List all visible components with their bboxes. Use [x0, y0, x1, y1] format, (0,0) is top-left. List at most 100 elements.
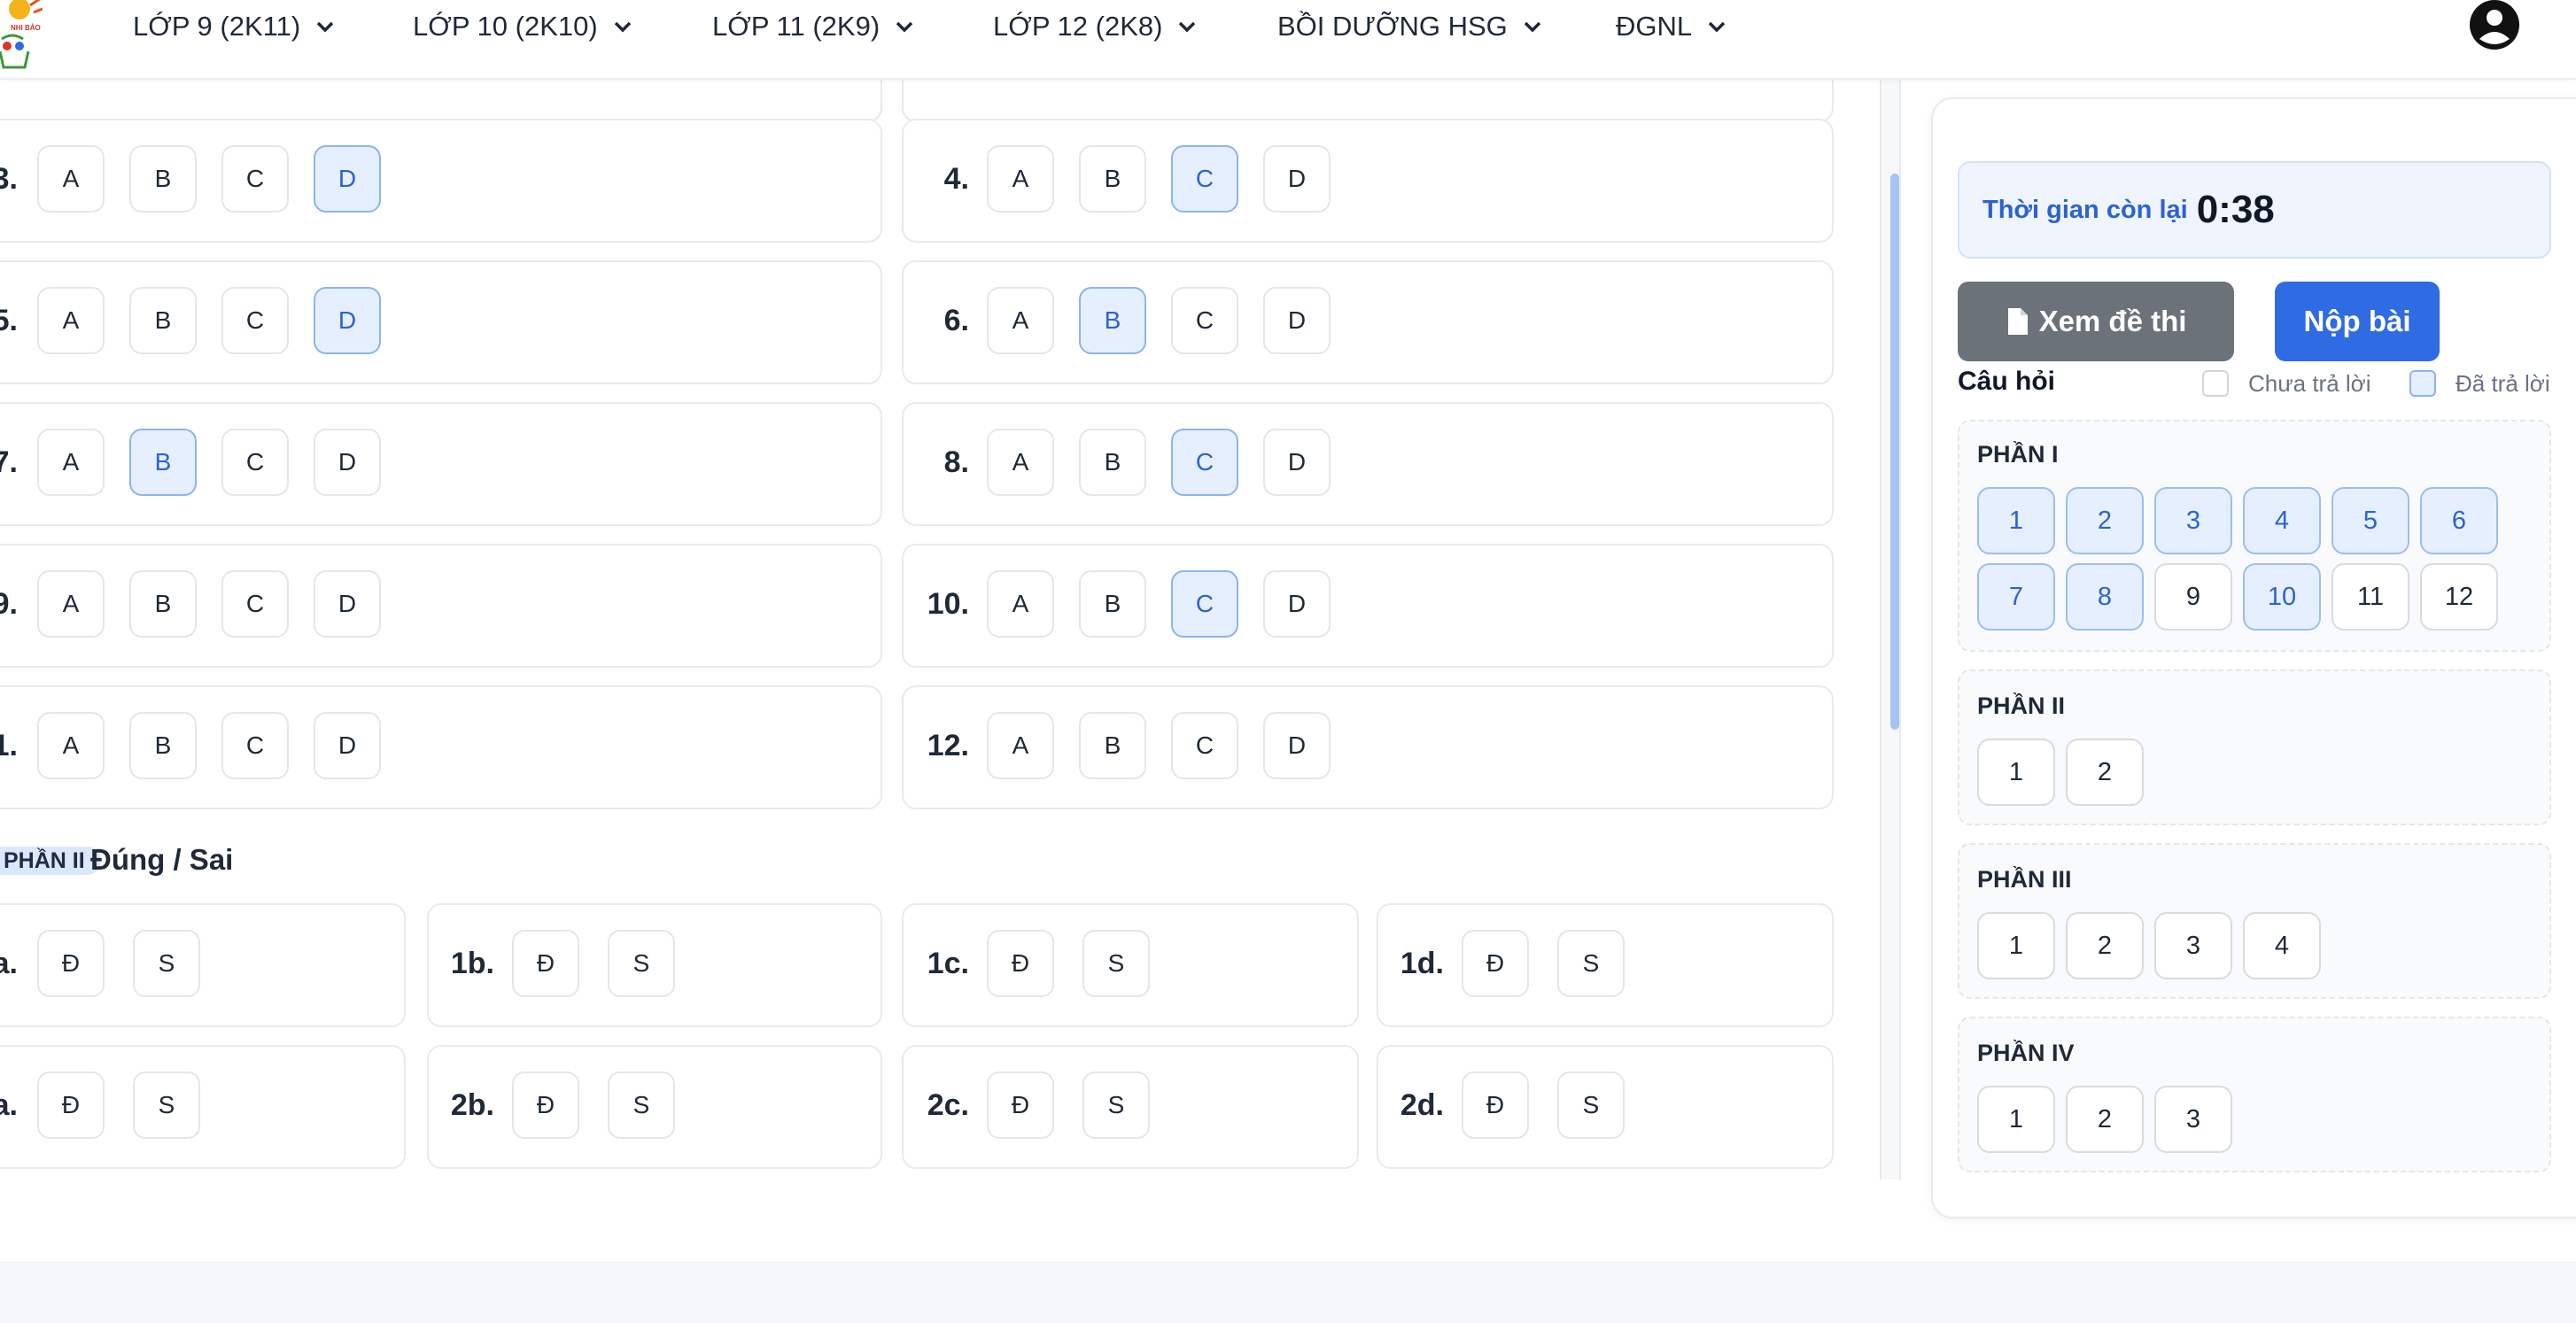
- nav-item-hsg[interactable]: BỒI DƯỠNG HSG: [1277, 9, 1545, 44]
- true-option[interactable]: Đ: [512, 930, 579, 997]
- answer-option-d[interactable]: D: [314, 429, 381, 496]
- chevron-down-icon: [1179, 21, 1196, 33]
- nav-item-grade-11[interactable]: LỚP 11 (2K9): [712, 9, 917, 44]
- answer-option-a[interactable]: A: [987, 287, 1054, 354]
- question-number: 4.: [943, 161, 969, 196]
- nav-item-dgnl[interactable]: ĐGNL: [1616, 9, 1729, 44]
- question-nav-button[interactable]: 3: [2154, 912, 2232, 979]
- question-nav-button[interactable]: 4: [2243, 487, 2321, 554]
- answer-option-b[interactable]: B: [1079, 712, 1146, 779]
- answer-option-d[interactable]: D: [314, 145, 381, 213]
- question-nav-button[interactable]: 8: [2066, 563, 2144, 631]
- answer-option-b[interactable]: B: [129, 712, 197, 779]
- answer-option-d[interactable]: D: [1263, 287, 1331, 354]
- statement-label: 1d.: [1400, 946, 1444, 980]
- answer-option-b[interactable]: B: [129, 145, 197, 213]
- answer-option-d[interactable]: D: [314, 712, 381, 779]
- answer-option-d[interactable]: D: [1263, 429, 1331, 496]
- answer-option-a[interactable]: A: [37, 145, 105, 213]
- question-nav-button[interactable]: 4: [2243, 912, 2321, 979]
- answer-option-a[interactable]: A: [37, 287, 105, 354]
- answer-option-c[interactable]: C: [1171, 429, 1238, 496]
- false-option[interactable]: S: [608, 930, 675, 997]
- question-nav-button[interactable]: 5: [2332, 487, 2409, 554]
- answer-option-b[interactable]: B: [1079, 429, 1146, 496]
- answer-option-a[interactable]: A: [987, 145, 1054, 213]
- question-card-partial: [902, 80, 1834, 122]
- true-option[interactable]: Đ: [512, 1072, 579, 1139]
- nav-item-grade-12[interactable]: LỚP 12 (2K8): [993, 9, 1199, 44]
- nav-item-grade-10[interactable]: LỚP 10 (2K10): [413, 9, 635, 44]
- false-option[interactable]: S: [133, 1072, 200, 1139]
- answer-option-d[interactable]: D: [1263, 570, 1331, 638]
- answer-option-c[interactable]: C: [221, 287, 289, 354]
- question-nav-button[interactable]: 1: [1977, 739, 2055, 806]
- answer-option-b[interactable]: B: [129, 287, 197, 354]
- answer-option-c[interactable]: C: [221, 570, 289, 638]
- nav-item-label: LỚP 12 (2K8): [993, 11, 1163, 42]
- answer-option-a[interactable]: A: [37, 429, 105, 496]
- nav-item-grade-9[interactable]: LỚP 9 (2K11): [133, 9, 338, 44]
- svg-text:NHI BẢO: NHI BẢO: [11, 24, 41, 32]
- answer-option-b[interactable]: B: [129, 570, 197, 638]
- answer-option-c[interactable]: C: [1171, 570, 1238, 638]
- scrollbar-thumb[interactable]: [1890, 174, 1899, 730]
- answer-option-c[interactable]: C: [1171, 712, 1238, 779]
- true-option[interactable]: Đ: [1462, 1072, 1529, 1139]
- question-nav-button[interactable]: 1: [1977, 1086, 2055, 1153]
- submit-button[interactable]: Nộp bài: [2275, 282, 2440, 361]
- answer-option-d[interactable]: D: [314, 287, 381, 354]
- answer-option-c[interactable]: C: [1171, 145, 1238, 213]
- question-nav-button[interactable]: 12: [2420, 563, 2498, 631]
- question-nav-button[interactable]: 2: [2066, 487, 2144, 554]
- answer-option-d[interactable]: D: [1263, 712, 1331, 779]
- question-nav-button[interactable]: 1: [1977, 487, 2055, 554]
- question-nav-button[interactable]: 2: [2066, 912, 2144, 979]
- answer-option-a[interactable]: A: [37, 712, 105, 779]
- answer-option-b[interactable]: B: [1079, 570, 1146, 638]
- section-title: Đúng / Sai: [90, 843, 234, 876]
- false-option[interactable]: S: [608, 1072, 675, 1139]
- question-nav-button[interactable]: 3: [2154, 487, 2232, 554]
- false-option[interactable]: S: [133, 930, 200, 997]
- answer-option-a[interactable]: A: [987, 570, 1054, 638]
- true-option[interactable]: Đ: [987, 930, 1054, 997]
- true-option[interactable]: Đ: [37, 930, 105, 997]
- question-nav-button[interactable]: 3: [2154, 1086, 2232, 1153]
- answer-option-d[interactable]: D: [1263, 145, 1331, 213]
- site-logo[interactable]: NHI BẢO: [0, 0, 43, 74]
- answer-option-c[interactable]: C: [221, 429, 289, 496]
- nav-item-label: BỒI DƯỠNG HSG: [1277, 11, 1508, 42]
- statement-label: 2b.: [450, 1087, 494, 1122]
- question-nav-button[interactable]: 2: [2066, 739, 2144, 806]
- question-nav-button[interactable]: 2: [2066, 1086, 2144, 1153]
- answer-option-b[interactable]: B: [1079, 287, 1146, 354]
- view-exam-button[interactable]: Xem đề thi: [1958, 282, 2234, 361]
- answer-option-b[interactable]: B: [129, 429, 197, 496]
- question-nav-button[interactable]: 1: [1977, 912, 2055, 979]
- footer-background: [0, 1261, 2576, 1323]
- true-option[interactable]: Đ: [987, 1072, 1054, 1139]
- true-option[interactable]: Đ: [37, 1072, 105, 1139]
- false-option[interactable]: S: [1557, 930, 1625, 997]
- false-option[interactable]: S: [1082, 930, 1150, 997]
- answer-option-c[interactable]: C: [221, 145, 289, 213]
- false-option[interactable]: S: [1557, 1072, 1625, 1139]
- question-nav-button[interactable]: 9: [2154, 563, 2232, 631]
- true-option[interactable]: Đ: [1462, 930, 1529, 997]
- answer-option-b[interactable]: B: [1079, 145, 1146, 213]
- question-nav-button[interactable]: 10: [2243, 563, 2321, 631]
- answer-option-c[interactable]: C: [221, 712, 289, 779]
- answer-option-a[interactable]: A: [987, 429, 1054, 496]
- question-number: 10.: [927, 586, 969, 621]
- answer-option-d[interactable]: D: [314, 570, 381, 638]
- question-nav-button[interactable]: 6: [2420, 487, 2498, 554]
- question-nav-button[interactable]: 11: [2332, 563, 2409, 631]
- user-account-icon[interactable]: [2468, 0, 2521, 53]
- answer-option-c[interactable]: C: [1171, 287, 1238, 354]
- false-option[interactable]: S: [1082, 1072, 1150, 1139]
- answer-option-a[interactable]: A: [987, 712, 1054, 779]
- answer-option-a[interactable]: A: [37, 570, 105, 638]
- question-nav-button[interactable]: 7: [1977, 563, 2055, 631]
- timer-label: Thời gian còn lại: [1982, 195, 2188, 224]
